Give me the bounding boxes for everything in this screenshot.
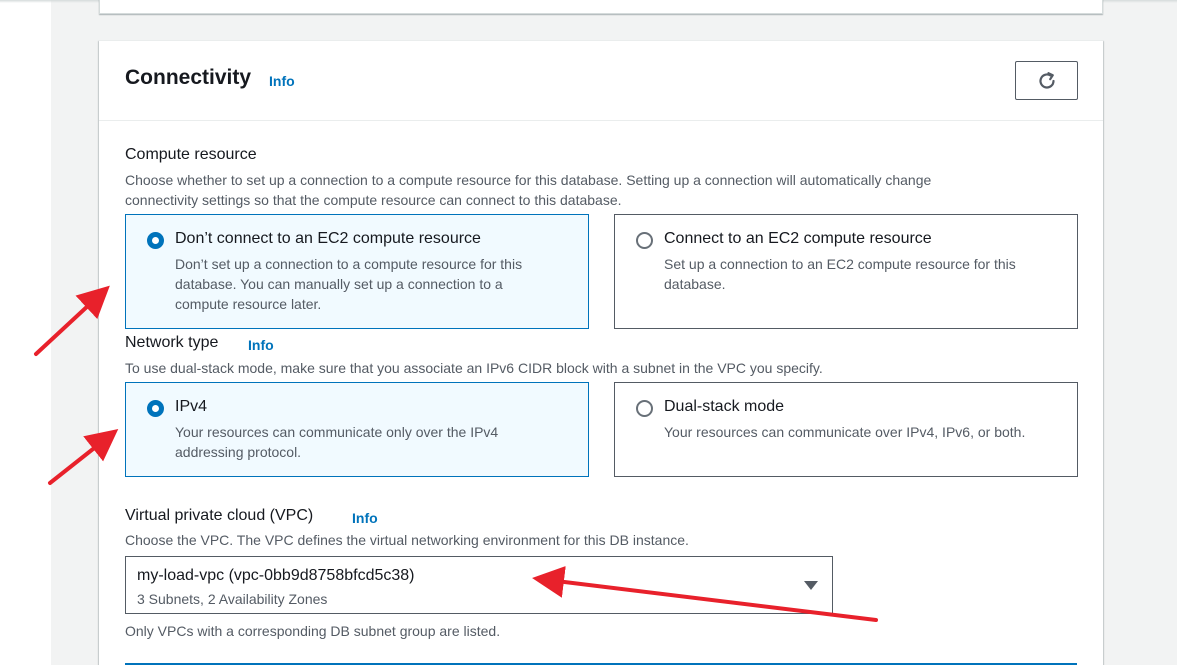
option-description: Set up a connection to an EC2 compute re… <box>664 254 1016 294</box>
vpc-selected-detail: 3 Subnets, 2 Availability Zones <box>137 591 328 607</box>
option-dual-stack[interactable]: Dual-stack mode Your resources can commu… <box>614 382 1078 477</box>
compute-resource-description-line1: Choose whether to set up a connection to… <box>125 172 932 188</box>
refresh-button[interactable] <box>1015 61 1078 100</box>
option-title: IPv4 <box>175 398 208 415</box>
option-description: Your resources can communicate only over… <box>175 422 498 462</box>
option-description-line: Don’t set up a connection to a compute r… <box>175 256 523 272</box>
connectivity-panel: Connectivity Info Compute resource Choos… <box>99 40 1103 665</box>
caret-down-icon <box>804 581 818 590</box>
option-description-line: database. You can manually set up a conn… <box>175 276 503 292</box>
option-description-line: Set up a connection to an EC2 compute re… <box>664 256 1016 272</box>
section-title: Connectivity <box>125 66 252 89</box>
option-title: Connect to an EC2 compute resource <box>664 230 932 247</box>
refresh-icon <box>1038 71 1055 89</box>
option-ipv4[interactable]: IPv4 Your resources can communicate only… <box>125 382 589 477</box>
previous-section-card <box>99 0 1103 14</box>
option-title: Dual-stack mode <box>664 398 785 415</box>
option-description-line: Your resources can communicate only over… <box>175 424 499 440</box>
vpc-info-link[interactable]: Info <box>352 510 378 526</box>
radio-selected[interactable] <box>147 400 164 417</box>
option-description-line: compute resource later. <box>175 296 322 312</box>
left-margin <box>0 0 51 665</box>
compute-resource-label: Compute resource <box>125 146 257 163</box>
option-description-line: database. <box>664 276 726 292</box>
compute-resource-description-line2: connectivity settings so that the comput… <box>125 192 622 208</box>
panel-header: Connectivity Info <box>99 41 1103 121</box>
radio-selected[interactable] <box>147 232 164 249</box>
option-description-line: addressing protocol. <box>175 444 302 460</box>
network-type-description: To use dual-stack mode, make sure that y… <box>125 360 823 376</box>
radio-unselected[interactable] <box>636 400 653 417</box>
option-connect-ec2[interactable]: Connect to an EC2 compute resource Set u… <box>614 214 1078 329</box>
option-description-line: Your resources can communicate over IPv4… <box>664 424 1026 440</box>
option-description: Don’t set up a connection to a compute r… <box>175 254 522 314</box>
option-dont-connect-ec2[interactable]: Don’t connect to an EC2 compute resource… <box>125 214 589 329</box>
network-type-info-link[interactable]: Info <box>248 337 274 353</box>
radio-unselected[interactable] <box>636 232 653 249</box>
vpc-footnote: Only VPCs with a corresponding DB subnet… <box>125 623 501 639</box>
vpc-selected-value: my-load-vpc (vpc-0bb9d8758bfcd5c38) <box>137 567 415 584</box>
option-title: Don’t connect to an EC2 compute resource <box>175 230 481 247</box>
vpc-label: Virtual private cloud (VPC) <box>125 507 314 524</box>
option-description: Your resources can communicate over IPv4… <box>664 422 1025 442</box>
section-info-link[interactable]: Info <box>269 73 295 89</box>
vpc-description: Choose the VPC. The VPC defines the virt… <box>125 532 689 548</box>
network-type-label: Network type <box>125 334 219 351</box>
vpc-select[interactable]: my-load-vpc (vpc-0bb9d8758bfcd5c38) 3 Su… <box>125 556 833 614</box>
